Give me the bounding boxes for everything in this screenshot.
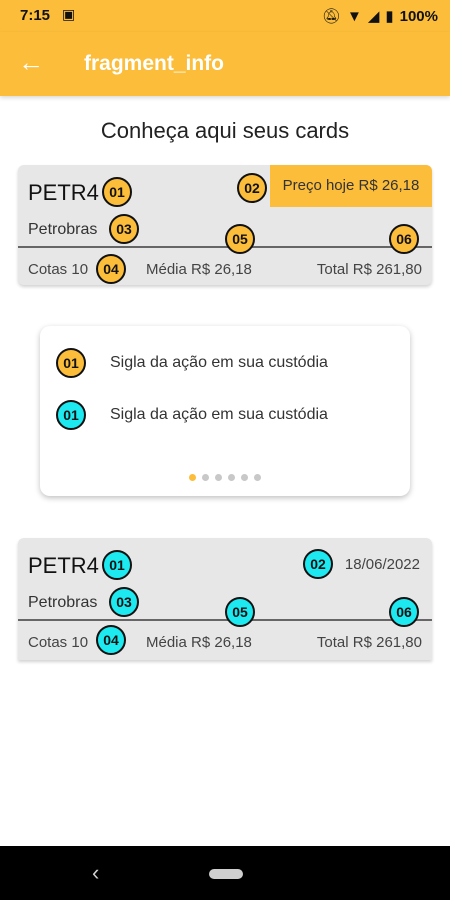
pager-dot[interactable] — [228, 474, 235, 481]
badge-01: 01 — [102, 550, 132, 580]
legend-carousel[interactable]: 01 Sigla da ação em sua custódia 01 Sigl… — [40, 326, 410, 496]
legend-item: 01 Sigla da ação em sua custódia — [56, 400, 328, 430]
card-date: 18/06/2022 — [344, 556, 420, 573]
sim-card-icon: ▣ — [62, 6, 76, 22]
battery-icon: ▮ — [385, 8, 394, 25]
card-ticker: PETR4 — [28, 180, 99, 205]
badge-06: 06 — [389, 597, 419, 627]
section-heading: Conheça aqui seus cards — [100, 118, 350, 143]
card-ticker: PETR4 — [28, 553, 99, 578]
badge-05: 05 — [225, 597, 255, 627]
badge-03: 03 — [109, 214, 139, 244]
legend-badge: 01 — [56, 400, 86, 430]
card-cotas: Cotas 10 — [28, 634, 89, 651]
legend-item: 01 Sigla da ação em sua custódia — [56, 348, 328, 378]
badge-02: 02 — [237, 173, 267, 203]
wifi-icon: ▼ — [346, 7, 362, 25]
card-divider — [18, 246, 432, 248]
example-card-price: PETR4 01 Preço hoje R$ 26,18 02 Petrobra… — [18, 165, 432, 285]
status-time: 7:15 — [20, 7, 51, 24]
pager-dot[interactable] — [215, 474, 222, 481]
card-cotas: Cotas 10 — [28, 261, 89, 278]
card-media: Média R$ 26,18 — [146, 261, 252, 278]
badge-01: 01 — [102, 177, 132, 207]
badge-03: 03 — [109, 587, 139, 617]
pager-dot[interactable] — [202, 474, 209, 481]
pager-dot[interactable] — [241, 474, 248, 481]
nav-back-icon[interactable]: ‹ — [92, 860, 99, 886]
battery-percent: 100% — [399, 7, 438, 25]
example-card-date: PETR4 01 02 18/06/2022 Petrobras 03 05 0… — [18, 538, 432, 660]
badge-04: 04 — [96, 254, 126, 284]
card-company: Petrobras — [28, 594, 98, 611]
card-media: Média R$ 26,18 — [146, 634, 252, 651]
system-nav-bar: ‹ — [0, 846, 450, 900]
card-total: Total R$ 261,80 — [316, 261, 422, 278]
status-bar: 7:15 ▣ 🔕︎ ▼ ◢ ▮ 100% — [0, 0, 450, 32]
pager-dot[interactable] — [189, 474, 196, 481]
badge-05: 05 — [225, 224, 255, 254]
pager-dot[interactable] — [254, 474, 261, 481]
arrow-left-icon[interactable]: ← — [18, 48, 46, 76]
nav-home-pill[interactable] — [209, 869, 243, 879]
card-divider — [18, 619, 432, 621]
badge-04: 04 — [96, 625, 126, 655]
signal-icon: ◢ — [367, 8, 380, 25]
pager-dots[interactable] — [40, 474, 410, 481]
page-title: fragment_info — [84, 52, 225, 75]
legend-text: Sigla da ação em sua custódia — [110, 354, 328, 371]
status-icons: 🔕︎ ▼ ◢ ▮ 100% — [321, 7, 438, 26]
card-total: Total R$ 261,80 — [316, 634, 422, 651]
mute-icon: 🔕︎ — [321, 8, 341, 25]
badge-02: 02 — [303, 549, 333, 579]
legend-badge: 01 — [56, 348, 86, 378]
card-company: Petrobras — [28, 221, 98, 238]
legend-text: Sigla da ação em sua custódia — [110, 406, 328, 423]
price-today-tag: Preço hoje R$ 26,18 — [270, 165, 432, 207]
app-bar: ← fragment_info — [0, 32, 450, 96]
badge-06: 06 — [389, 224, 419, 254]
